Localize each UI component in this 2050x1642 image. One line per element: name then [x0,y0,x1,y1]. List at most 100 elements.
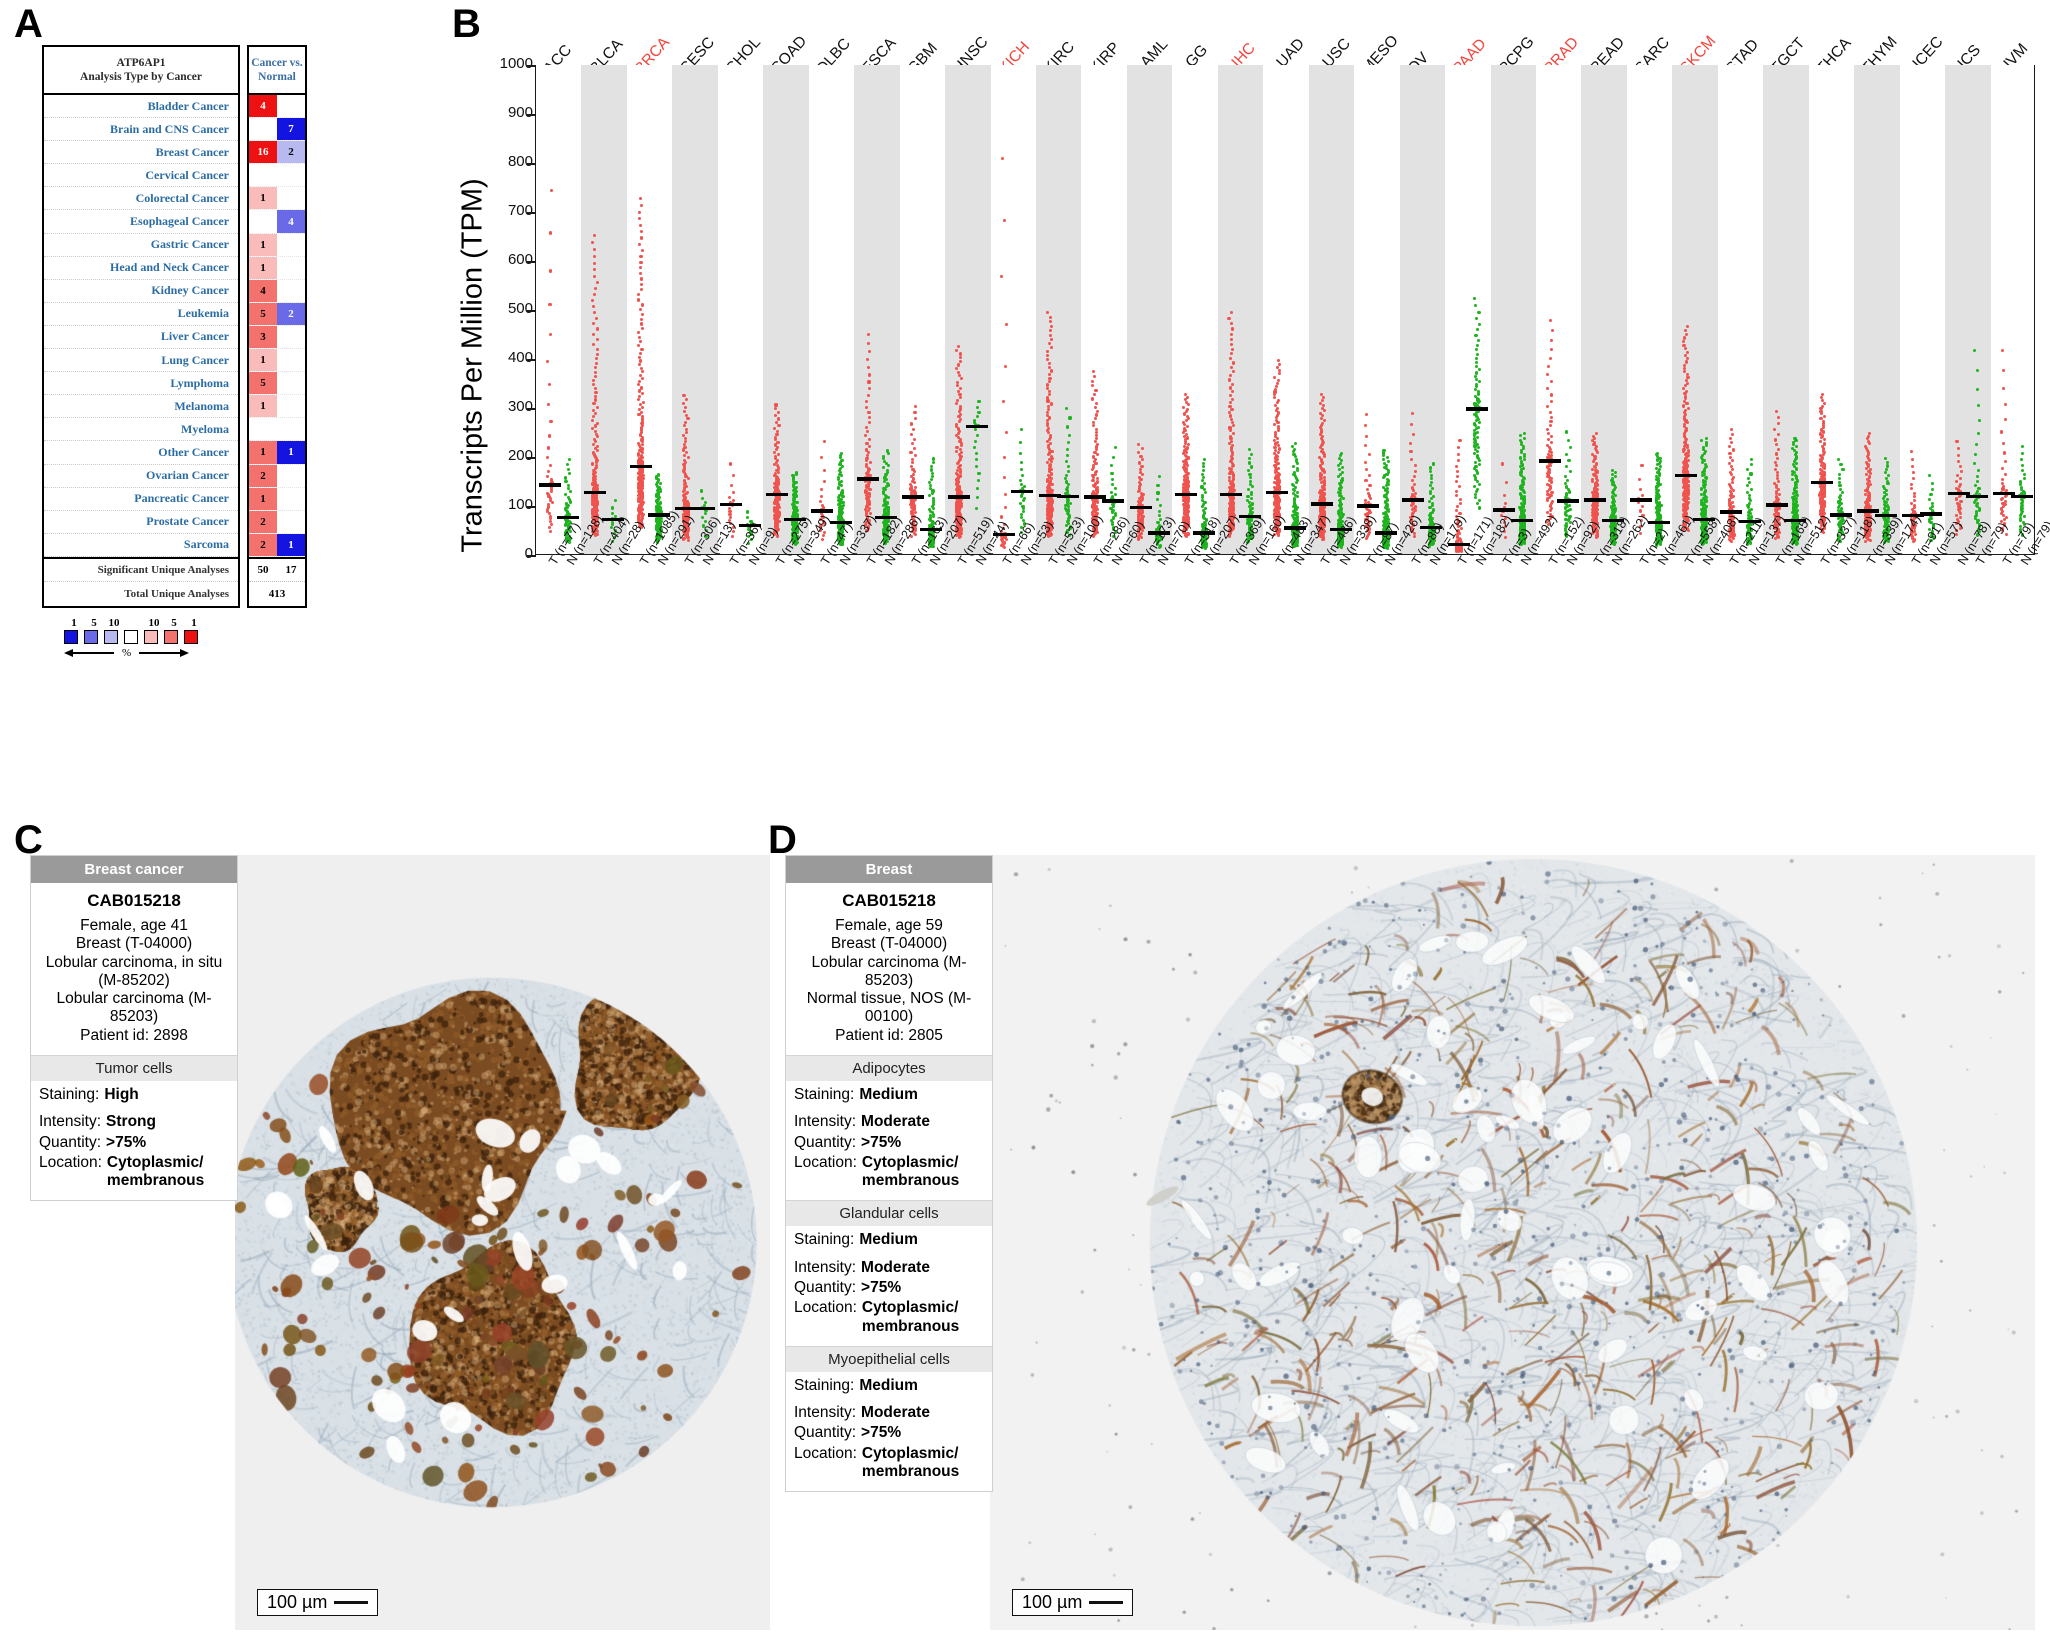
data-point [1340,476,1344,480]
data-point [1248,479,1252,483]
data-point [638,359,642,363]
data-point [823,479,827,483]
data-point [974,506,978,510]
data-point [1203,500,1207,504]
median-marker [947,495,970,499]
data-point [1094,401,1098,405]
underexpression-cell [277,418,305,441]
cohort-band [1126,65,1173,554]
data-point [836,476,840,480]
data-point [1019,440,1023,444]
data-point [931,461,935,465]
data-point [911,467,915,471]
overexpression-cell: 1 [249,487,277,510]
data-point [1277,362,1281,366]
data-point [868,461,872,465]
data-point [865,456,869,460]
data-point [682,393,686,397]
data-point [638,389,642,393]
underexpression-cell: 1 [277,533,305,556]
data-point [1365,412,1369,416]
legend-swatch [124,629,138,644]
data-point [1186,425,1190,429]
data-point [1068,416,1072,420]
legend-number [124,617,144,629]
data-point [685,427,689,431]
cancer-type-row: Bladder Cancer [44,95,239,119]
underexpression-cell: 1 [277,441,305,464]
data-point [548,303,552,307]
cohort-band [1854,65,1900,554]
data-point [1093,439,1097,443]
data-point [1248,461,1252,465]
data-point [867,411,871,415]
data-point [1002,219,1006,223]
data-point [1092,420,1096,424]
left-arrow-icon [64,648,114,657]
data-point [730,483,734,487]
data-point [1277,359,1281,363]
data-point [595,347,599,351]
data-point [913,416,917,420]
data-point [1050,449,1054,453]
data-point [566,483,570,487]
data-point [929,468,933,472]
data-point [1229,417,1233,421]
data-point [1231,382,1235,386]
median-marker [1402,498,1425,502]
data-point [595,352,599,356]
significant-under-count: 17 [277,559,305,582]
data-point [611,506,615,510]
data-point [639,266,643,270]
data-point [658,482,662,486]
table-row: 4 [249,279,305,303]
overexpression-cell: 2 [249,464,277,487]
data-point [822,439,826,444]
overexpression-cell [249,164,277,187]
data-point [1185,446,1189,450]
data-point [819,488,824,492]
data-point [910,464,914,468]
data-point [1046,399,1050,403]
data-point [1020,474,1024,478]
data-point [1140,464,1144,468]
data-point [545,456,549,460]
data-point [546,446,551,450]
overexpression-cell: 1 [249,256,277,279]
cancer-type-row: Cervical Cancer [44,164,239,188]
data-point [1095,430,1099,434]
data-point [931,471,935,475]
data-point [840,479,844,483]
data-point [637,355,641,359]
data-point [1320,406,1324,410]
data-point [640,454,644,458]
underexpression-cell: 4 [277,210,305,233]
data-point [1232,361,1236,365]
data-point [1230,408,1234,412]
cohort-band [672,65,718,554]
legend-number: 1 [71,616,77,629]
data-point [1095,479,1099,483]
data-point [637,343,641,348]
data-point [841,464,845,468]
data-point [912,470,916,474]
table-header-cancer-vs-normal: Cancer vs. Normal [249,47,305,95]
median-marker [584,491,607,495]
cohort-band [1490,65,1536,554]
legend-number: 5 [91,616,97,629]
cancer-type-row: Sarcoma [44,534,239,557]
data-point [795,500,799,504]
data-point [1158,509,1162,513]
data-point [1066,507,1070,511]
data-point [745,515,749,520]
data-point [1273,396,1277,400]
data-point [1227,475,1231,479]
data-point [549,419,553,424]
data-point [1110,490,1114,494]
oncomine-summary-panel: ATP6AP1 Analysis Type by Cancer Bladder … [42,45,307,660]
data-point [1277,447,1281,451]
median-marker [1356,504,1379,508]
data-point [1409,450,1413,454]
data-point [1093,417,1097,421]
panel-letter-a: A [14,2,43,46]
